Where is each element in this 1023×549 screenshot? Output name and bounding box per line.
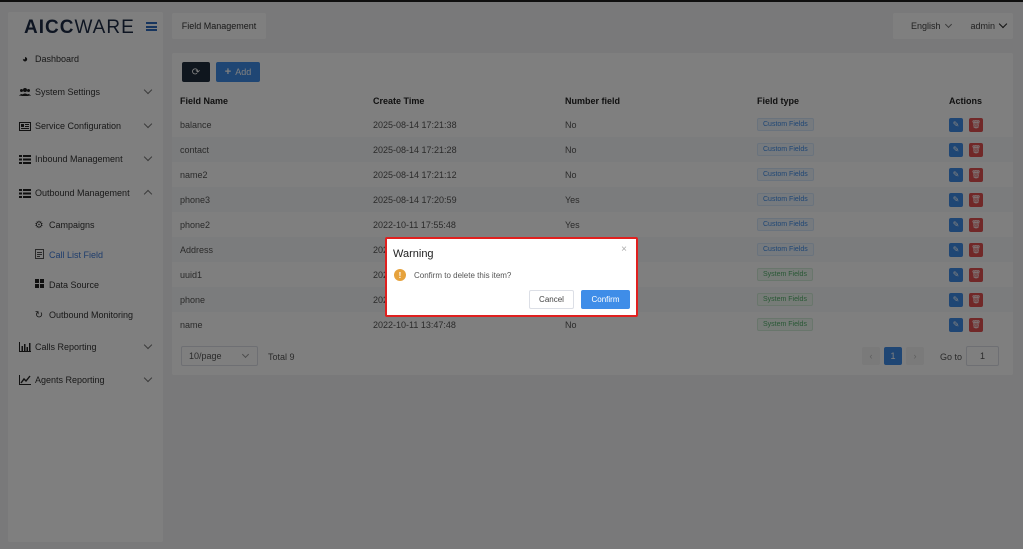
close-icon[interactable]: × [621, 244, 627, 255]
warning-icon: ! [394, 269, 406, 281]
dialog-title: Warning [393, 248, 434, 260]
cancel-button[interactable]: Cancel [529, 290, 574, 309]
confirm-button[interactable]: Confirm [581, 290, 630, 309]
dialog-message: Confirm to delete this item? [414, 271, 512, 280]
warning-dialog: Warning × ! Confirm to delete this item?… [385, 237, 638, 317]
